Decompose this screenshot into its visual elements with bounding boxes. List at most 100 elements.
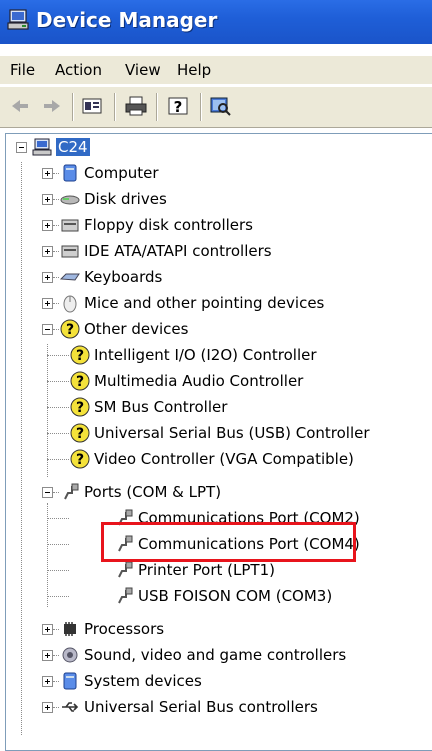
- category-label: Processors: [84, 620, 165, 638]
- tree-connector: [53, 251, 59, 252]
- tree-item-multimedia-audio[interactable]: ? Multimedia Audio Controller: [70, 368, 303, 394]
- category-label: Other devices: [84, 320, 189, 338]
- keyboard-icon: [60, 273, 80, 281]
- svg-text:?: ?: [76, 426, 84, 442]
- tree-connector: [47, 459, 69, 460]
- tree-item-keyboards[interactable]: Keyboards: [60, 264, 162, 290]
- tree-item-usb[interactable]: Universal Serial Bus controllers: [60, 694, 318, 720]
- svg-text:?: ?: [174, 98, 183, 116]
- tree-connector: [53, 655, 59, 656]
- menu-file[interactable]: File: [10, 61, 35, 79]
- print-icon[interactable]: [124, 95, 148, 117]
- tree-item-usb-controller-unknown[interactable]: ? Universal Serial Bus (USB) Controller: [70, 420, 370, 446]
- port-icon: [64, 483, 79, 500]
- tree-connector: [53, 681, 59, 682]
- category-label: System devices: [84, 672, 202, 690]
- tree-connector: [53, 707, 59, 708]
- title-bar[interactable]: Device Manager: [0, 0, 432, 44]
- category-label: Universal Serial Bus controllers: [84, 698, 318, 716]
- tree-connector: [47, 407, 69, 408]
- category-label: Ports (COM & LPT): [84, 483, 222, 501]
- unknown-device-icon: ?: [70, 449, 90, 469]
- expand-computer-button[interactable]: [42, 168, 53, 179]
- root-label: C24: [56, 138, 90, 156]
- device-label: Multimedia Audio Controller: [94, 372, 304, 390]
- collapse-other-devices-button[interactable]: [42, 324, 53, 335]
- tree-item-sound[interactable]: Sound, video and game controllers: [60, 642, 346, 668]
- disk-drive-icon: [60, 195, 80, 205]
- category-label: Computer: [84, 164, 159, 182]
- expand-usb-button[interactable]: [42, 702, 53, 713]
- svg-text:?: ?: [76, 400, 84, 416]
- tree-connector: [53, 329, 59, 330]
- tree-item-floppy[interactable]: Floppy disk controllers: [60, 212, 253, 238]
- expand-system-devices-button[interactable]: [42, 676, 53, 687]
- device-manager-window: Device Manager File Action View Help ? C…: [0, 0, 432, 751]
- svg-text:?: ?: [76, 374, 84, 390]
- tree-item-other-devices[interactable]: ? Other devices: [60, 316, 188, 342]
- unknown-device-icon: ?: [60, 319, 80, 339]
- tree-item-disk-drives[interactable]: Disk drives: [60, 186, 167, 212]
- unknown-device-icon: ?: [70, 371, 90, 391]
- tree-item-mice[interactable]: Mice and other pointing devices: [60, 290, 324, 316]
- ide-controller-icon: [61, 245, 79, 258]
- tree-connector: [47, 544, 69, 545]
- expand-sound-button[interactable]: [42, 650, 53, 661]
- expand-ide-button[interactable]: [42, 246, 53, 257]
- tree-connector: [47, 355, 69, 356]
- window-title: Device Manager: [36, 8, 218, 32]
- toolbar: ?: [0, 86, 432, 128]
- tree-item-sm-bus[interactable]: ? SM Bus Controller: [70, 394, 227, 420]
- toolbar-separator: [200, 93, 202, 121]
- svg-text:?: ?: [66, 322, 74, 338]
- tree-item-ide[interactable]: IDE ATA/ATAPI controllers: [60, 238, 272, 264]
- expand-processors-button[interactable]: [42, 624, 53, 635]
- tree-connector: [53, 173, 59, 174]
- svg-text:?: ?: [76, 452, 84, 468]
- tree-item-i2o-controller[interactable]: ? Intelligent I/O (I2O) Controller: [70, 342, 317, 368]
- expand-mice-button[interactable]: [42, 298, 53, 309]
- tree-item-processors[interactable]: Processors: [60, 616, 164, 642]
- menu-action[interactable]: Action: [55, 61, 102, 79]
- floppy-controller-icon: [61, 219, 79, 232]
- collapse-ports-button[interactable]: [42, 487, 53, 498]
- back-icon[interactable]: [8, 95, 32, 117]
- tree-connector: [47, 570, 69, 571]
- menu-view[interactable]: View: [125, 61, 161, 79]
- tree-connector: [53, 277, 59, 278]
- category-label: Keyboards: [84, 268, 163, 286]
- forward-icon[interactable]: [40, 95, 64, 117]
- category-label: Disk drives: [84, 190, 167, 208]
- category-label: Floppy disk controllers: [84, 216, 253, 234]
- tree-item-computer[interactable]: Computer: [60, 160, 159, 186]
- help-icon[interactable]: ?: [166, 95, 190, 117]
- device-label: Universal Serial Bus (USB) Controller: [94, 424, 370, 442]
- tree-connector: [53, 199, 59, 200]
- tree-connector: [47, 596, 69, 597]
- tree-connector: [21, 162, 22, 735]
- tree-connector: [53, 629, 59, 630]
- mouse-icon: [63, 295, 77, 313]
- expand-keyboards-button[interactable]: [42, 272, 53, 283]
- menu-help[interactable]: Help: [177, 61, 211, 79]
- unknown-device-icon: ?: [70, 423, 90, 443]
- tree-root[interactable]: C24: [32, 134, 90, 160]
- scan-hardware-icon[interactable]: [208, 95, 232, 117]
- tree-item-video-controller[interactable]: ? Video Controller (VGA Compatible): [70, 446, 354, 472]
- tree-item-system-devices[interactable]: System devices: [60, 668, 202, 694]
- tree-connector: [53, 225, 59, 226]
- device-tree[interactable]: C24 Computer Disk drives Floppy disk con…: [5, 133, 432, 751]
- device-label: Intelligent I/O (I2O) Controller: [94, 346, 317, 364]
- expand-disk-drives-button[interactable]: [42, 194, 53, 205]
- computer-root-icon: [32, 138, 52, 156]
- tree-connector: [47, 344, 48, 477]
- collapse-root-button[interactable]: [16, 142, 27, 153]
- toolbar-separator: [72, 93, 74, 121]
- category-label: IDE ATA/ATAPI controllers: [84, 242, 272, 260]
- properties-icon[interactable]: [80, 95, 104, 117]
- tree-item-com3[interactable]: USB FOISON COM (COM3): [114, 583, 332, 609]
- tree-connector: [47, 381, 69, 382]
- expand-floppy-button[interactable]: [42, 220, 53, 231]
- toolbar-separator: [156, 93, 158, 121]
- tree-item-ports[interactable]: Ports (COM & LPT): [60, 479, 221, 505]
